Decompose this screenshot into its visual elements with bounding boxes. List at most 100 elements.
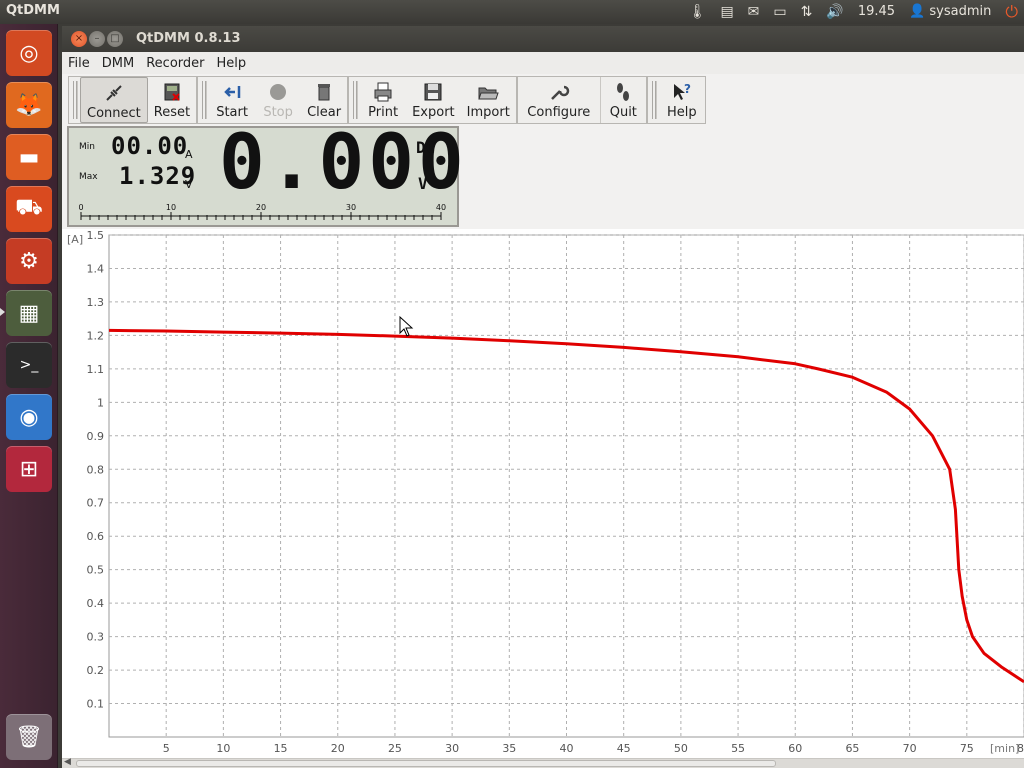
x-tick-label: 10 (216, 742, 230, 755)
x-tick-label: 60 (788, 742, 802, 755)
y-tick-label: 0.3 (87, 631, 105, 644)
toolbar-group-config: Configure Quit (516, 76, 647, 124)
x-tick-label: 40 (560, 742, 574, 755)
user-icon: 👤 (909, 4, 926, 19)
lcd-scale-label: 20 (256, 203, 266, 212)
workspaces-icon[interactable]: ⊞ (6, 446, 52, 492)
stop-icon (266, 80, 290, 104)
x-axis-label: [min] (990, 742, 1019, 755)
volume-icon[interactable]: 🔊 (826, 0, 843, 24)
horizontal-scrollbar[interactable]: ◀ (62, 757, 1024, 768)
ubuntu-logo-icon[interactable]: ◎ (6, 30, 52, 76)
menu-bar: File DMM Recorder Help (62, 52, 1024, 74)
toolbar-group-dmm: Connect Reset (68, 76, 198, 124)
thermometer-icon[interactable]: 🌡 (689, 0, 707, 24)
lcd-main-unit: V (418, 174, 428, 193)
wrench-icon (547, 80, 571, 104)
clock[interactable]: 19.45 (858, 0, 895, 24)
x-tick-label: 30 (445, 742, 459, 755)
y-tick-label: 0.9 (87, 430, 105, 443)
scroll-left-icon[interactable]: ◀ (64, 757, 71, 767)
toolbar-handle[interactable] (200, 81, 208, 119)
reset-icon (160, 80, 184, 104)
terminal-icon[interactable]: >_ (6, 342, 52, 388)
x-tick-label: 25 (388, 742, 402, 755)
import-label: Import (466, 105, 510, 120)
reset-button[interactable]: Reset (148, 77, 196, 123)
trash-can-icon (312, 80, 336, 104)
x-tick-label: 65 (845, 742, 859, 755)
folder-icon[interactable]: ▬ (6, 134, 52, 180)
connect-button[interactable]: Connect (80, 77, 148, 123)
network-icon[interactable]: ⇅ (801, 0, 813, 24)
toolbar-handle[interactable] (351, 81, 359, 119)
maximize-icon[interactable]: □ (107, 31, 123, 47)
menu-recorder[interactable]: Recorder (140, 56, 210, 71)
toolbar-handle[interactable] (649, 81, 657, 119)
floppy-disk-icon (421, 80, 445, 104)
lcd-min-value: 00.00 (111, 132, 189, 160)
user-menu[interactable]: 👤 sysadmin (909, 0, 991, 24)
y-tick-label: 0.2 (87, 664, 105, 677)
close-icon[interactable]: × (71, 31, 87, 47)
lcd-display: Min 00.00 A Max 1.329 V 0.000 DC V 0 10 20… (67, 124, 464, 227)
recorder-plot: 51015202530354045505560657075800.10.20.3… (62, 229, 1024, 758)
y-tick-label: 0.6 (87, 530, 105, 543)
start-arrow-icon (220, 80, 244, 104)
mail-icon[interactable]: ✉ (748, 0, 760, 24)
battery-icon[interactable]: ▭ (773, 0, 786, 24)
toolbar-handle[interactable] (71, 81, 78, 119)
y-tick-label: 0.8 (87, 463, 105, 476)
trash-icon[interactable]: 🗑 (6, 714, 52, 760)
x-tick-label: 35 (502, 742, 516, 755)
y-tick-label: 1.3 (87, 296, 105, 309)
lcd-scale-label: 40 (436, 203, 446, 212)
help-button[interactable]: ? Help (659, 77, 705, 123)
lcd-main-value: 0.000 (219, 117, 468, 206)
top-panel: QtDMM 🌡 ▤ ✉ ▭ ⇅ 🔊 19.45 👤 sysadmin ⏻ (0, 0, 1024, 24)
firefox-icon[interactable]: 🦊 (6, 82, 52, 128)
lcd-min-unit: A (185, 148, 193, 161)
menu-help[interactable]: Help (210, 56, 252, 71)
footprints-icon (611, 80, 635, 104)
chromium-icon[interactable]: ◉ (6, 394, 52, 440)
gear-wrench-icon[interactable]: ⚙ (6, 238, 52, 284)
y-tick-label: 1.4 (87, 262, 105, 275)
lcd-mode: DC (416, 138, 436, 157)
y-tick-label: 1.5 (87, 229, 105, 242)
shopping-bag-icon[interactable]: ⛟ (6, 186, 52, 232)
y-axis-label: [A] (67, 233, 83, 246)
menu-dmm[interactable]: DMM (96, 56, 140, 71)
scrollbar-thumb[interactable] (76, 760, 776, 767)
y-tick-label: 1.1 (87, 363, 105, 376)
lcd-scale-label: 0 (78, 203, 83, 212)
svg-text:?: ? (684, 82, 691, 96)
x-tick-label: 5 (163, 742, 170, 755)
menu-file[interactable]: File (62, 56, 96, 71)
lcd-scale-label: 10 (166, 203, 176, 212)
x-tick-label: 75 (960, 742, 974, 755)
import-button[interactable]: Import (461, 77, 516, 123)
minimize-icon[interactable]: – (89, 31, 105, 47)
lcd-scale-label: 30 (346, 203, 356, 212)
active-app-title: QtDMM (6, 3, 60, 18)
launcher: ◎ 🦊 ▬ ⛟ ⚙ ▦ >_ ◉ ⊞ 🗑 (0, 24, 58, 768)
keyboard-icon[interactable]: ▤ (720, 0, 733, 24)
reset-label: Reset (153, 105, 191, 120)
quit-button[interactable]: Quit (599, 77, 646, 123)
lcd-max-label: Max (79, 172, 98, 182)
multimeter-icon[interactable]: ▦ (6, 290, 52, 336)
x-tick-label: 45 (617, 742, 631, 755)
configure-label: Configure (527, 105, 591, 120)
current-chart: 51015202530354045505560657075800.10.20.3… (67, 229, 1024, 755)
y-tick-label: 0.4 (87, 597, 105, 610)
y-tick-label: 0.1 (87, 698, 105, 711)
configure-button[interactable]: Configure (518, 77, 600, 123)
toolbar-group-help: ? Help (646, 76, 706, 124)
y-tick-label: 0.5 (87, 564, 105, 577)
y-tick-label: 0.7 (87, 497, 105, 510)
indicator-area: 🌡 ▤ ✉ ▭ ⇅ 🔊 19.45 👤 sysadmin ⏻ (689, 0, 1018, 24)
title-bar: × – □ QtDMM 0.8.13 (62, 26, 1024, 52)
user-name: sysadmin (929, 4, 992, 19)
power-icon[interactable]: ⏻ (1005, 0, 1018, 24)
